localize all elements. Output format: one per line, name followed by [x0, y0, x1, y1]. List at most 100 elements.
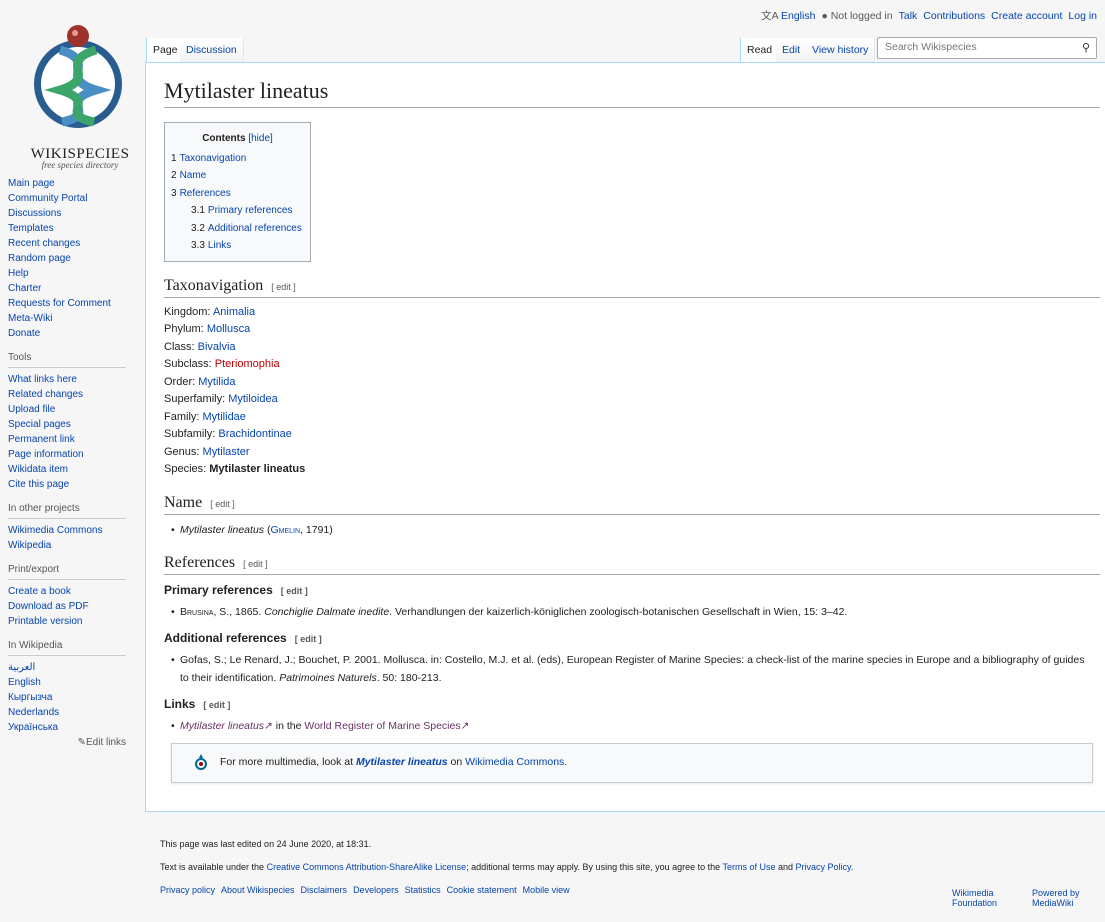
tools-item-wikidata-item[interactable]: Wikidata item: [8, 462, 138, 477]
license-info: Text is available under the Creative Com…: [160, 861, 1100, 873]
other-projects-item-wikimedia-commons[interactable]: Wikimedia Commons: [8, 523, 138, 538]
toc-item[interactable]: 3.1 Primary references: [171, 202, 304, 220]
edit-links-button[interactable]: ✎Edit links: [8, 735, 126, 750]
license-link[interactable]: Creative Commons Attribution-ShareAlike …: [267, 862, 467, 872]
sidebar-item-discussions[interactable]: Discussions: [8, 206, 138, 221]
sidebar-item-help[interactable]: Help: [8, 266, 138, 281]
contributions-link[interactable]: Contributions: [923, 10, 985, 22]
footer-link-about-wikispecies[interactable]: About Wikispecies: [221, 885, 295, 895]
toc-item-link[interactable]: Name: [180, 170, 207, 181]
taxon-name-mollusca[interactable]: Mollusca: [207, 323, 250, 335]
toc-item[interactable]: 2 Name: [171, 167, 304, 185]
other-projects-item-wikipedia[interactable]: Wikipedia: [8, 538, 138, 553]
toc-item[interactable]: 3.2 Additional references: [171, 220, 304, 238]
taxon-name-mytiloidea[interactable]: Mytiloidea: [228, 393, 278, 405]
edit-section-additional-references[interactable]: [ edit ]: [295, 634, 322, 644]
edit-section-primary-references[interactable]: [ edit ]: [281, 586, 308, 596]
page-title: Mytilaster lineatus: [164, 77, 1100, 108]
tools-item-special-pages[interactable]: Special pages: [8, 417, 138, 432]
language-link[interactable]: English: [781, 10, 815, 22]
search-icon[interactable]: ⚲: [1082, 41, 1090, 54]
worms-link[interactable]: World Register of Marine Species: [304, 720, 460, 732]
toc-item-link[interactable]: Additional references: [208, 223, 302, 234]
footer-link-cookie-statement[interactable]: Cookie statement: [447, 885, 517, 895]
footer-link-disclaimers[interactable]: Disclaimers: [301, 885, 348, 895]
tools-item-upload-file[interactable]: Upload file: [8, 402, 138, 417]
toc-item-link[interactable]: References: [180, 188, 231, 199]
powered-by-mediawiki-badge[interactable]: Powered by MediaWiki: [1032, 888, 1092, 908]
sidebar-item-donate[interactable]: Donate: [8, 326, 138, 341]
tools-item-page-information[interactable]: Page information: [8, 447, 138, 462]
language-selector[interactable]: 文A English: [761, 8, 815, 23]
toc-item[interactable]: 3 References: [171, 185, 304, 203]
sidebar-item-community-portal[interactable]: Community Portal: [8, 191, 138, 206]
tab-view-history[interactable]: View history: [806, 38, 876, 62]
toc-item[interactable]: 1 Taxonavigation: [171, 150, 304, 168]
tab-page[interactable]: Page: [146, 38, 185, 62]
toc-item-link[interactable]: Primary references: [208, 205, 292, 216]
edit-section-name[interactable]: [ edit ]: [210, 499, 235, 509]
taxonomy-list: Kingdom: Animalia Phylum: Mollusca Class: …: [164, 304, 1095, 479]
edit-section-taxonavigation[interactable]: [ edit ]: [271, 282, 296, 292]
footer-link-developers[interactable]: Developers: [353, 885, 399, 895]
taxon-name-mytilidae[interactable]: Mytilidae: [203, 411, 246, 423]
privacy-policy-inline-link[interactable]: Privacy Policy: [796, 862, 851, 872]
wikimedia-foundation-badge[interactable]: Wikimedia Foundation: [952, 888, 1012, 908]
tab-read[interactable]: Read: [740, 38, 780, 62]
print-item-create-a-book[interactable]: Create a book: [8, 584, 138, 599]
tab-edit[interactable]: Edit: [776, 38, 808, 62]
commons-mid: on: [447, 755, 466, 768]
sidebar-item-templates[interactable]: Templates: [8, 221, 138, 236]
talk-link[interactable]: Talk: [899, 10, 918, 22]
taxon-name-brachidontinae[interactable]: Brachidontinae: [218, 428, 291, 440]
primary-reference-source: . Verhandlungen der kaizerlich-königlich…: [389, 605, 848, 618]
language-item-item[interactable]: العربية: [8, 660, 138, 675]
edit-section-links[interactable]: [ edit ]: [203, 700, 230, 710]
terms-of-use-link[interactable]: Terms of Use: [722, 862, 775, 872]
sidebar-item-meta-wiki[interactable]: Meta-Wiki: [8, 311, 138, 326]
toc-item-link[interactable]: Links: [208, 240, 231, 251]
additional-reference-item: Gofas, S.; Le Renard, J.; Bouchet, P. 20…: [164, 651, 1094, 687]
toc-item-link[interactable]: Taxonavigation: [180, 153, 247, 164]
print-item-download-as-pdf[interactable]: Download as PDF: [8, 599, 138, 614]
log-in-link[interactable]: Log in: [1068, 10, 1097, 22]
taxon-name-animalia[interactable]: Animalia: [213, 306, 255, 318]
print-item-printable-version[interactable]: Printable version: [8, 614, 138, 629]
language-item-item[interactable]: Українська: [8, 720, 138, 735]
edit-section-references[interactable]: [ edit ]: [243, 559, 268, 569]
languages-heading: In Wikipedia: [8, 638, 126, 656]
language-item-nederlands[interactable]: Nederlands: [8, 705, 138, 720]
additional-reference-journal: Patrimoines Naturels: [279, 671, 377, 684]
tools-item-related-changes[interactable]: Related changes: [8, 387, 138, 402]
sidebar-item-recent-changes[interactable]: Recent changes: [8, 236, 138, 251]
toc-hide-toggle[interactable]: [hide]: [248, 133, 272, 144]
sidebar-item-requests-for-comment[interactable]: Requests for Comment: [8, 296, 138, 311]
sidebar-item-charter[interactable]: Charter: [8, 281, 138, 296]
taxon-name-mytilaster[interactable]: Mytilaster: [203, 446, 250, 458]
sidebar-item-random-page[interactable]: Random page: [8, 251, 138, 266]
site-logo[interactable]: WIKISPECIES free species directory: [0, 22, 160, 170]
taxon-name-mytilida[interactable]: Mytilida: [198, 376, 235, 388]
species-external-link[interactable]: Mytilaster lineatus: [180, 720, 264, 732]
tab-discussion[interactable]: Discussion: [180, 38, 244, 62]
taxon-name-pteriomophia[interactable]: Pteriomophia: [215, 358, 280, 370]
tools-item-cite-this-page[interactable]: Cite this page: [8, 477, 138, 492]
language-item-english[interactable]: English: [8, 675, 138, 690]
taxonomy-row: Subclass: Pteriomophia: [164, 356, 1095, 374]
commons-category-link[interactable]: Mytilaster lineatus: [356, 756, 448, 768]
footer-link-statistics[interactable]: Statistics: [405, 885, 441, 895]
create-account-link[interactable]: Create account: [991, 10, 1062, 22]
toc-item[interactable]: 3.3 Links: [171, 237, 304, 255]
commons-site-link[interactable]: Wikimedia Commons: [465, 756, 564, 768]
commons-text: For more multimedia, look at Mytilaster …: [220, 756, 567, 768]
language-item-item[interactable]: Кыргызча: [8, 690, 138, 705]
author-link[interactable]: Gmelin: [270, 524, 300, 536]
footer-link-privacy-policy[interactable]: Privacy policy: [160, 885, 215, 895]
tools-item-what-links-here[interactable]: What links here: [8, 372, 138, 387]
sidebar-item-main-page[interactable]: Main page: [8, 176, 138, 191]
taxon-name-bivalvia[interactable]: Bivalvia: [198, 341, 236, 353]
footer-link-mobile-view[interactable]: Mobile view: [523, 885, 570, 895]
primary-reference-item: Brusina, S., 1865. Conchiglie Dalmate in…: [164, 603, 1094, 621]
tools-item-permanent-link[interactable]: Permanent link: [8, 432, 138, 447]
search-input[interactable]: Search Wikispecies ⚲: [877, 37, 1097, 59]
